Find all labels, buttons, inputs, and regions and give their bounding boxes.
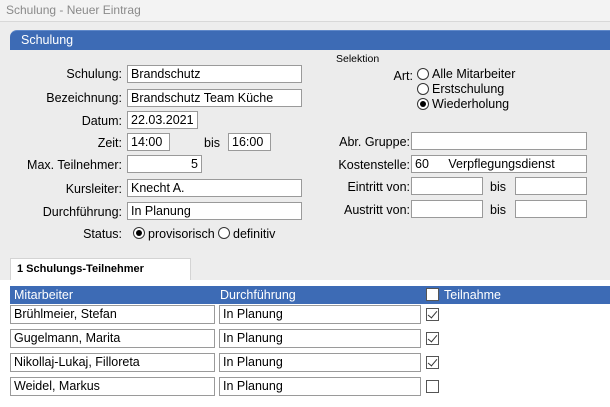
max-teilnehmer-label: Max. Teilnehmer: <box>27 158 122 172</box>
datum-field[interactable]: 22.03.2021 <box>127 111 198 129</box>
zeit-label: Zeit: <box>97 136 122 150</box>
table-row[interactable]: Weidel, Markus In Planung <box>10 377 610 401</box>
row-teilnahme-checkbox[interactable] <box>426 332 439 345</box>
kostenstelle-label: Kostenstelle: <box>338 158 410 172</box>
schulung-label: Schulung: <box>66 67 122 81</box>
eintritt-from-field[interactable] <box>411 177 483 195</box>
kostenstelle-name: Verpflegungsdienst <box>448 157 555 171</box>
status-definitiv-radio[interactable] <box>218 227 230 239</box>
art-wiederholung-radio[interactable] <box>417 98 429 110</box>
row-status[interactable]: In Planung <box>219 305 421 324</box>
row-status[interactable]: In Planung <box>219 329 421 348</box>
zeit-to-field[interactable]: 16:00 <box>228 133 271 151</box>
art-erst-label: Erstschulung <box>432 82 505 96</box>
tab-teilnehmer-label: 1 Schulungs-Teilnehmer <box>17 263 144 275</box>
abr-gruppe-field[interactable] <box>411 132 587 150</box>
eintritt-bis-label: bis <box>490 180 506 194</box>
eintritt-to-field[interactable] <box>515 177 587 195</box>
bezeichnung-label: Bezeichnung: <box>46 91 122 105</box>
kostenstelle-code: 60 <box>415 157 429 171</box>
window-title: Schulung - Neuer Eintrag <box>6 3 141 17</box>
col-durchfuehrung[interactable]: Durchführung <box>220 288 296 302</box>
tab-teilnehmer[interactable]: 1 Schulungs-Teilnehmer <box>10 258 191 280</box>
col-mitarbeiter[interactable]: Mitarbeiter <box>14 288 73 302</box>
table-row[interactable]: Gugelmann, Marita In Planung <box>10 329 610 353</box>
austritt-bis-label: bis <box>490 203 506 217</box>
max-teilnehmer-field[interactable]: 5 <box>127 155 202 173</box>
zeit-from-field[interactable]: 14:00 <box>127 133 170 151</box>
row-teilnahme-checkbox[interactable] <box>426 356 439 369</box>
status-label: Status: <box>83 227 122 241</box>
grid-header: Mitarbeiter Durchführung Teilnahme <box>10 286 610 304</box>
kursleiter-field[interactable]: Knecht A. <box>127 179 302 197</box>
select-all-checkbox[interactable] <box>426 288 439 301</box>
austritt-label: Austritt von: <box>344 203 410 217</box>
bezeichnung-field[interactable]: Brandschutz Team Küche <box>127 89 302 107</box>
schulung-field[interactable]: Brandschutz <box>127 65 302 83</box>
art-erst-radio[interactable] <box>417 83 429 95</box>
abr-gruppe-label: Abr. Gruppe: <box>339 135 410 149</box>
status-provisorisch-radio[interactable] <box>133 227 145 239</box>
art-wiederholung-label: Wiederholung <box>432 97 510 111</box>
row-teilnahme-checkbox[interactable] <box>426 308 439 321</box>
kursleiter-label: Kursleiter: <box>65 182 122 196</box>
col-teilnahme[interactable]: Teilnahme <box>444 288 501 302</box>
title-bar: Schulung - Neuer Eintrag <box>0 0 610 22</box>
status-definitiv-label: definitiv <box>233 227 276 241</box>
austritt-from-field[interactable] <box>411 200 483 218</box>
art-alle-radio[interactable] <box>417 68 429 80</box>
kostenstelle-field[interactable]: 60 Verpflegungsdienst <box>411 155 587 173</box>
row-name[interactable]: Gugelmann, Marita <box>10 329 215 348</box>
selektion-title: Selektion <box>336 53 380 65</box>
art-label: Art: <box>393 69 413 83</box>
zeit-bis-label: bis <box>204 136 220 150</box>
austritt-to-field[interactable] <box>515 200 587 218</box>
art-alle-label: Alle Mitarbeiter <box>432 67 516 81</box>
row-status[interactable]: In Planung <box>219 353 421 372</box>
table-row[interactable]: Brühlmeier, Stefan In Planung <box>10 305 610 329</box>
row-teilnahme-checkbox[interactable] <box>426 380 439 393</box>
row-name[interactable]: Weidel, Markus <box>10 377 215 396</box>
row-status[interactable]: In Planung <box>219 377 421 396</box>
row-name[interactable]: Nikollaj-Lukaj, Filloreta <box>10 353 215 372</box>
status-provisorisch-label: provisorisch <box>148 227 215 241</box>
datum-label: Datum: <box>81 114 122 128</box>
section-title: Schulung <box>21 33 74 47</box>
table-row[interactable]: Nikollaj-Lukaj, Filloreta In Planung <box>10 353 610 377</box>
row-name[interactable]: Brühlmeier, Stefan <box>10 305 215 324</box>
eintritt-label: Eintritt von: <box>347 180 410 194</box>
section-header: Schulung <box>10 30 610 50</box>
durchfuehrung-label: Durchführung: <box>42 205 122 219</box>
durchfuehrung-field[interactable]: In Planung <box>127 202 302 220</box>
